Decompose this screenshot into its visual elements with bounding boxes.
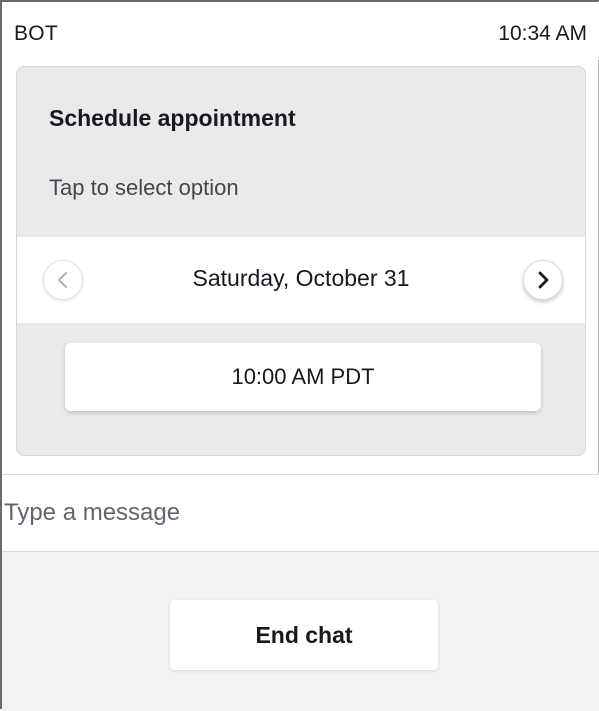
chat-window: BOT 10:34 AM Schedule appointment Tap to… [0, 0, 599, 711]
selected-date: Saturday, October 31 [192, 265, 410, 291]
chevron-right-icon [538, 271, 549, 289]
next-date-button[interactable] [523, 260, 563, 300]
message-timestamp: 10:34 AM [498, 22, 587, 45]
time-slot-option[interactable]: 10:00 AM PDT [65, 343, 541, 411]
schedule-card: Schedule appointment Tap to select optio… [16, 66, 586, 456]
chat-footer: End chat [2, 552, 599, 711]
date-navigator: Saturday, October 31 [17, 237, 585, 323]
sender-label: BOT [14, 22, 59, 45]
card-subtitle: Tap to select option [49, 175, 239, 200]
message-input[interactable] [2, 475, 599, 551]
message-composer [2, 475, 599, 551]
card-title: Schedule appointment [49, 105, 296, 131]
end-chat-button[interactable]: End chat [170, 600, 438, 670]
message-header: BOT 10:34 AM [2, 2, 599, 60]
